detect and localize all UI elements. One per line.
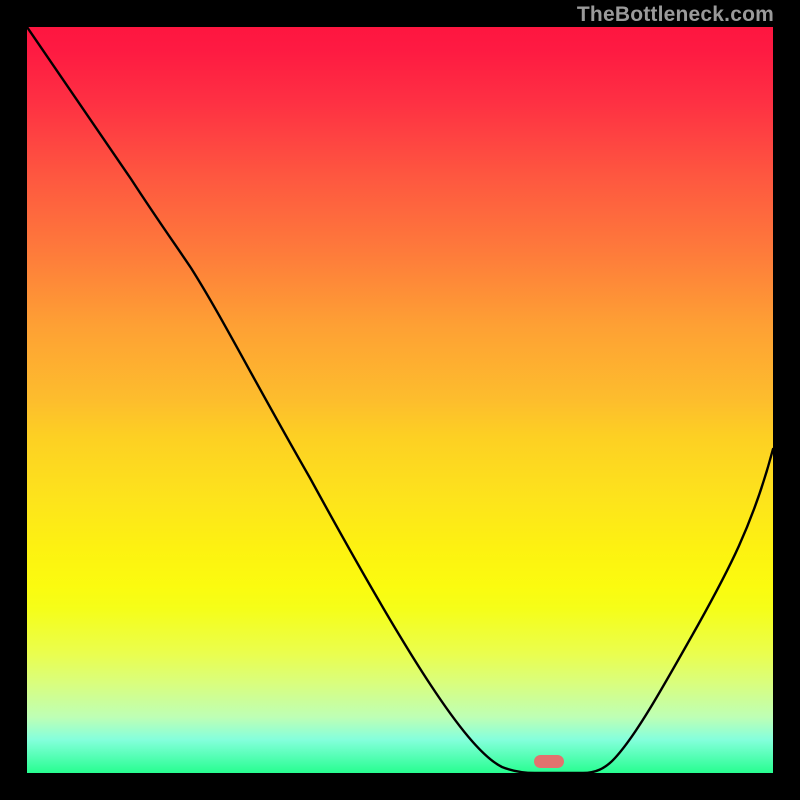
chart-frame: TheBottleneck.com bbox=[0, 0, 800, 800]
curve-path bbox=[27, 27, 773, 773]
bottleneck-curve bbox=[27, 27, 773, 773]
target-marker bbox=[534, 755, 564, 768]
plot-area bbox=[27, 27, 773, 773]
watermark-text: TheBottleneck.com bbox=[577, 3, 774, 27]
